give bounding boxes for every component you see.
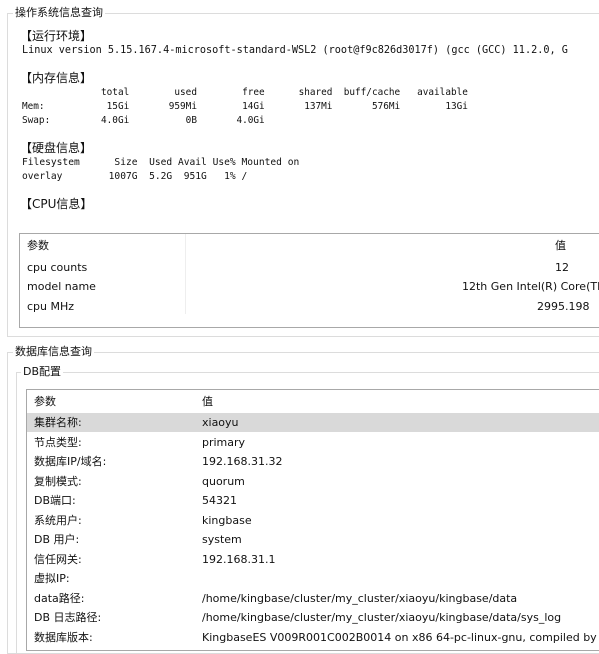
cell-value: 192.168.31.1 (202, 552, 276, 566)
cell-param: model name (27, 280, 96, 293)
cell-value: xiaoyu (202, 416, 239, 429)
runtime-heading: 【运行环境】 (20, 29, 93, 43)
table-row[interactable]: 数据库版本: KingbaseES V009R001C002B0014 on x… (27, 628, 599, 647)
cell-param: DB端口: (34, 494, 76, 507)
cell-value: kingbase (202, 513, 252, 527)
table-row[interactable]: cpu MHz 2995.198 (20, 297, 599, 316)
cell-value: 2995.198 (537, 300, 590, 313)
db-info-title: 数据库信息查询 (13, 345, 94, 359)
disk-heading: 【硬盘信息】 (20, 141, 93, 155)
cell-value: /home/kingbase/cluster/my_cluster/xiaoyu… (202, 591, 518, 605)
memory-text: total used free shared buff/cache availa… (22, 87, 468, 126)
cell-value: system (202, 533, 242, 546)
cell-param: data路径: (34, 591, 85, 605)
cell-value: 12 (555, 261, 569, 274)
cell-param: DB 用户: (34, 533, 80, 546)
table-row[interactable]: 节点类型: primary (27, 433, 599, 452)
header-value: 值 (555, 239, 566, 252)
table-row[interactable]: data路径: /home/kingbase/cluster/my_cluster… (27, 589, 599, 608)
cell-param: 虚拟IP: (34, 572, 70, 585)
cell-param: 集群名称: (34, 416, 82, 429)
header-value: 值 (202, 395, 213, 408)
db-config-title: DB配置 (21, 365, 64, 379)
memory-heading: 【内存信息】 (20, 71, 93, 85)
runtime-text: Linux version 5.15.167.4-microsoft-stand… (22, 45, 568, 56)
table-row[interactable]: DB 日志路径: /home/kingbase/cluster/my_cluste… (27, 608, 599, 627)
header-param: 参数 (27, 239, 49, 252)
table-row[interactable]: 信任网关: 192.168.31.1 (27, 550, 599, 569)
cell-param: cpu MHz (27, 300, 75, 313)
table-row[interactable]: 虚拟IP: (27, 569, 599, 588)
table-row[interactable]: DB端口: 54321 (27, 491, 599, 510)
cell-value: primary (202, 435, 246, 449)
table-row[interactable]: 数据库IP/域名: 192.168.31.32 (27, 452, 599, 471)
cell-param: 数据库版本: (34, 630, 93, 644)
cell-param: 数据库IP/域名: (34, 455, 107, 468)
db-config-table[interactable]: 参数 值 集群名称: xiaoyu 节点类型: primary 数据库IP/域名: 192.… (26, 389, 599, 651)
cell-value: 192.168.31.32 (202, 455, 283, 468)
cpu-table[interactable]: 参数 值 cpu counts 12 model name 12th Gen Inte… (19, 233, 599, 328)
cpu-heading: 【CPU信息】 (20, 197, 93, 211)
table-row[interactable]: model name 12th Gen Intel(R) Core(TM (20, 277, 599, 296)
cell-value: KingbaseES V009R001C002B0014 on x86 64-p… (202, 630, 599, 644)
disk-text: Filesystem Size Used Avail Use% Mounted … (22, 157, 300, 182)
table-row[interactable]: cpu counts 12 (20, 258, 599, 277)
cell-param: DB 日志路径: (34, 611, 102, 624)
cell-value: /home/kingbase/cluster/my_cluster/xiaoyu… (202, 611, 562, 624)
cell-value: quorum (202, 474, 245, 488)
cell-param: 信任网关: (34, 552, 82, 566)
table-row[interactable]: 复制模式: quorum (27, 472, 599, 491)
cell-value: 12th Gen Intel(R) Core(TM (462, 280, 599, 293)
cell-param: 复制模式: (34, 474, 82, 488)
db-table-header: 参数 值 (27, 392, 599, 411)
cell-param: cpu counts (27, 261, 88, 274)
table-row[interactable]: DB 用户: system (27, 530, 599, 549)
cell-param: 系统用户: (34, 513, 82, 527)
table-row[interactable]: 系统用户: kingbase (27, 511, 599, 530)
cell-value: 54321 (202, 494, 237, 507)
cell-param: 节点类型: (34, 435, 82, 449)
os-info-title: 操作系统信息查询 (13, 6, 105, 20)
header-param: 参数 (34, 395, 56, 408)
cpu-table-header: 参数 值 (20, 236, 599, 255)
table-row[interactable]: 集群名称: xiaoyu (27, 413, 599, 432)
